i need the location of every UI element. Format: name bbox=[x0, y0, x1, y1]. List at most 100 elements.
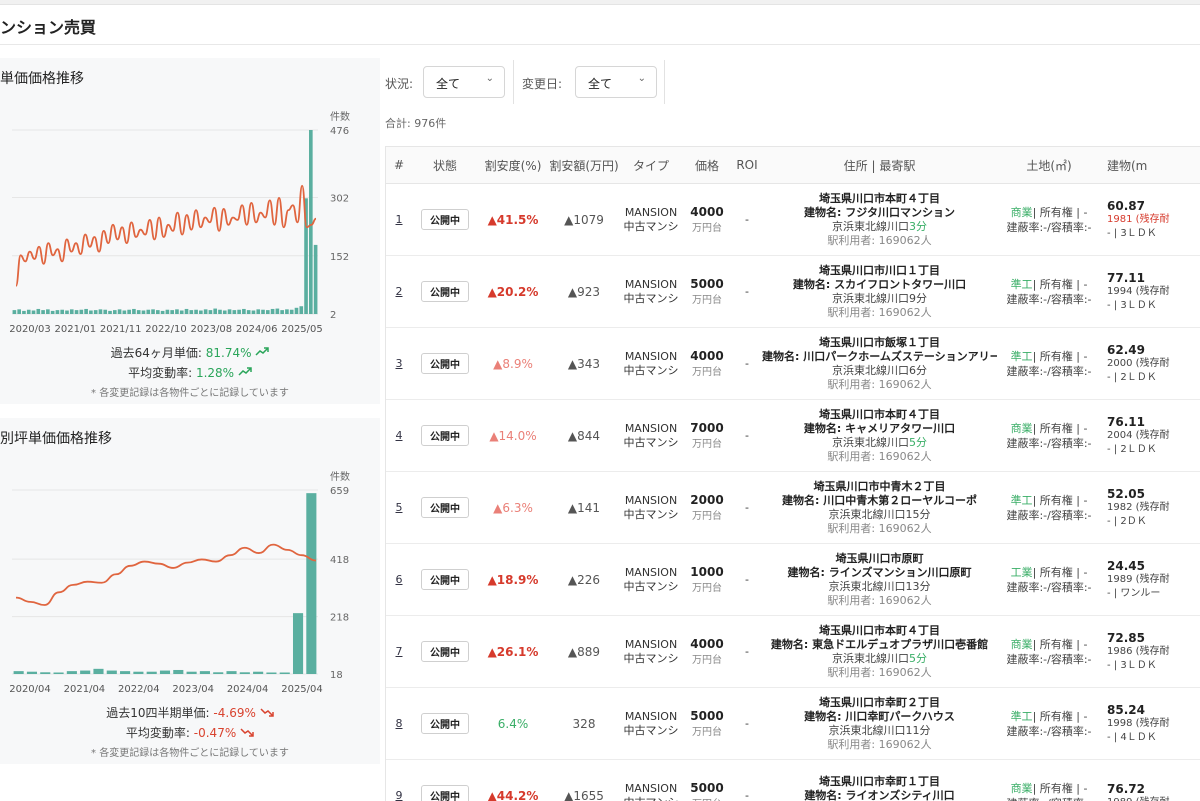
stat-value: -4.69% bbox=[213, 706, 255, 720]
discount-rate: ▲6.3% bbox=[493, 501, 533, 515]
type-code: MANSION bbox=[620, 350, 682, 364]
nearest-station: 京浜東北線川口13分 bbox=[762, 580, 997, 594]
bar bbox=[247, 310, 251, 314]
station-users: 駅利用者: 169062人 bbox=[762, 234, 997, 248]
row-number-link[interactable]: 6 bbox=[396, 573, 403, 586]
table-row[interactable]: 4公開中▲14.0%▲844MANSION中古マンシ7000万円台-埼玉県川口市… bbox=[386, 400, 1200, 472]
station-users: 駅利用者: 169062人 bbox=[762, 666, 997, 680]
row-number-link[interactable]: 7 bbox=[396, 645, 403, 658]
row-number-link[interactable]: 3 bbox=[396, 357, 403, 370]
row-number-link[interactable]: 8 bbox=[396, 717, 403, 730]
built-year: 2000 (残存耐 bbox=[1107, 357, 1200, 371]
date-filter-select[interactable]: 全て ⌄ bbox=[575, 66, 657, 98]
bar bbox=[170, 310, 174, 314]
building-cell: 52.051982 (残存耐- | 2ＤＫ bbox=[1101, 472, 1200, 544]
row-number-link[interactable]: 5 bbox=[396, 501, 403, 514]
discount-rate: ▲18.9% bbox=[488, 573, 539, 587]
bar bbox=[151, 309, 155, 314]
address: 埼玉県川口市中青木２丁目 bbox=[762, 480, 997, 494]
bar bbox=[223, 311, 227, 314]
table-row[interactable]: 7公開中▲26.1%▲889MANSION中古マンシ4000万円台-埼玉県川口市… bbox=[386, 616, 1200, 688]
status-cell: 公開中 bbox=[412, 184, 478, 256]
discount-rate-cell: ▲44.2% bbox=[478, 760, 548, 801]
type-cell: MANSION中古マンシ bbox=[620, 328, 682, 400]
status-badge: 公開中 bbox=[421, 281, 469, 302]
walk-time: 5分 bbox=[909, 436, 927, 449]
address: 埼玉県川口市幸町２丁目 bbox=[762, 696, 997, 710]
column-header[interactable]: 割安額(万円) bbox=[548, 147, 620, 184]
table-header-row: # 状態 割安度(%) 割安額(万円) タイプ 価格 ROI 住所 | 最寄駅 … bbox=[386, 147, 1200, 184]
bar bbox=[89, 311, 93, 314]
price-value: 4000 bbox=[682, 349, 732, 363]
trend-down-icon bbox=[260, 707, 274, 717]
table-row[interactable]: 8公開中6.4%328MANSION中古マンシ5000万円台-埼玉県川口市幸町２… bbox=[386, 688, 1200, 760]
price-value: 1000 bbox=[682, 565, 732, 579]
price-unit: 万円台 bbox=[682, 219, 732, 234]
column-header[interactable]: # bbox=[386, 147, 412, 184]
bar bbox=[41, 310, 45, 314]
type-code: MANSION bbox=[620, 422, 682, 436]
table-row[interactable]: 6公開中▲18.9%▲226MANSION中古マンシ1000万円台-埼玉県川口市… bbox=[386, 544, 1200, 616]
land-cell: 商業| 所有権 | -建蔽率:-/容積率:- bbox=[997, 616, 1101, 688]
built-year: 1982 (残存耐 bbox=[1107, 501, 1200, 515]
address: 埼玉県川口市原町 bbox=[762, 552, 997, 566]
discount-rate-cell: ▲8.9% bbox=[478, 328, 548, 400]
price-unit: 万円台 bbox=[682, 579, 732, 594]
building-cell: 62.492000 (残存耐- | 2ＬＤＫ bbox=[1101, 328, 1200, 400]
page-title: ンション売買 bbox=[0, 14, 96, 38]
column-header[interactable]: ROI bbox=[732, 147, 762, 184]
x-tick-label: 2025/04 bbox=[281, 684, 323, 695]
bar bbox=[113, 310, 117, 314]
type-code: MANSION bbox=[620, 278, 682, 292]
bar bbox=[280, 310, 284, 314]
table-row[interactable]: 2公開中▲20.2%▲923MANSION中古マンシ5000万円台-埼玉県川口市… bbox=[386, 256, 1200, 328]
table-row[interactable]: 1公開中▲41.5%▲1079MANSION中古マンシ4000万円台-埼玉県川口… bbox=[386, 184, 1200, 256]
column-header[interactable]: 建物(m bbox=[1101, 147, 1200, 184]
x-tick-label: 2021/11 bbox=[100, 324, 142, 335]
nearest-station: 京浜東北線川口6分 bbox=[762, 364, 997, 378]
column-header[interactable]: タイプ bbox=[620, 147, 682, 184]
bar bbox=[209, 310, 213, 314]
zoning: 工業 bbox=[1011, 566, 1033, 579]
station-users: 駅利用者: 169062人 bbox=[762, 738, 997, 752]
column-header[interactable]: 状態 bbox=[412, 147, 478, 184]
coverage-ratio: 建蔽率:-/容積率:- bbox=[997, 796, 1101, 801]
status-cell: 公開中 bbox=[412, 328, 478, 400]
discount-rate-cell: ▲20.2% bbox=[478, 256, 548, 328]
column-header[interactable]: 住所 | 最寄駅 bbox=[762, 147, 997, 184]
row-number-link[interactable]: 9 bbox=[396, 789, 403, 801]
building-name: 建物名: 東急ドエルデュオプラザ川口壱番館 bbox=[762, 638, 997, 652]
unit-price-chart-panel: 単価価格推移 4763021522件数2020/032021/012021/11… bbox=[0, 58, 380, 404]
discount-amount: ▲923 bbox=[568, 285, 600, 299]
bar bbox=[146, 310, 150, 314]
bar bbox=[51, 311, 55, 314]
table-row[interactable]: 9公開中▲44.2%▲1655MANSION中古マンシ5000万円台-埼玉県川口… bbox=[386, 760, 1200, 801]
row-number-link[interactable]: 2 bbox=[396, 285, 403, 298]
bar bbox=[132, 309, 136, 314]
floor-plan: - | 2ＤＫ bbox=[1107, 515, 1200, 529]
address: 埼玉県川口市飯塚１丁目 bbox=[762, 336, 997, 350]
row-number-link[interactable]: 4 bbox=[396, 429, 403, 442]
nearest-station: 京浜東北線川口11分 bbox=[762, 724, 997, 738]
row-number-link[interactable]: 1 bbox=[396, 213, 403, 226]
nearest-station: 京浜東北線川口5分 bbox=[762, 436, 997, 450]
series-line bbox=[16, 186, 316, 286]
bar bbox=[137, 310, 141, 314]
price-value: 5000 bbox=[682, 709, 732, 723]
land-rights: | 所有権 | - bbox=[1033, 206, 1088, 219]
column-header[interactable]: 土地(㎡) bbox=[997, 147, 1101, 184]
status-badge: 公開中 bbox=[421, 425, 469, 446]
bar bbox=[36, 309, 40, 314]
bar bbox=[142, 311, 146, 314]
column-header[interactable]: 割安度(%) bbox=[478, 147, 548, 184]
building-cell: 85.241998 (残存耐- | 4ＬＤＫ bbox=[1101, 688, 1200, 760]
table-row[interactable]: 5公開中▲6.3%▲141MANSION中古マンシ2000万円台-埼玉県川口市中… bbox=[386, 472, 1200, 544]
row-number-cell: 8 bbox=[386, 688, 412, 760]
land-rights: | 所有権 | - bbox=[1033, 782, 1088, 795]
table-row[interactable]: 3公開中▲8.9%▲343MANSION中古マンシ4000万円台-埼玉県川口市飯… bbox=[386, 328, 1200, 400]
bar bbox=[226, 671, 236, 674]
column-header[interactable]: 価格 bbox=[682, 147, 732, 184]
status-filter-select[interactable]: 全て ⌄ bbox=[423, 66, 505, 98]
bar bbox=[185, 309, 189, 314]
price-cell: 5000万円台 bbox=[682, 256, 732, 328]
